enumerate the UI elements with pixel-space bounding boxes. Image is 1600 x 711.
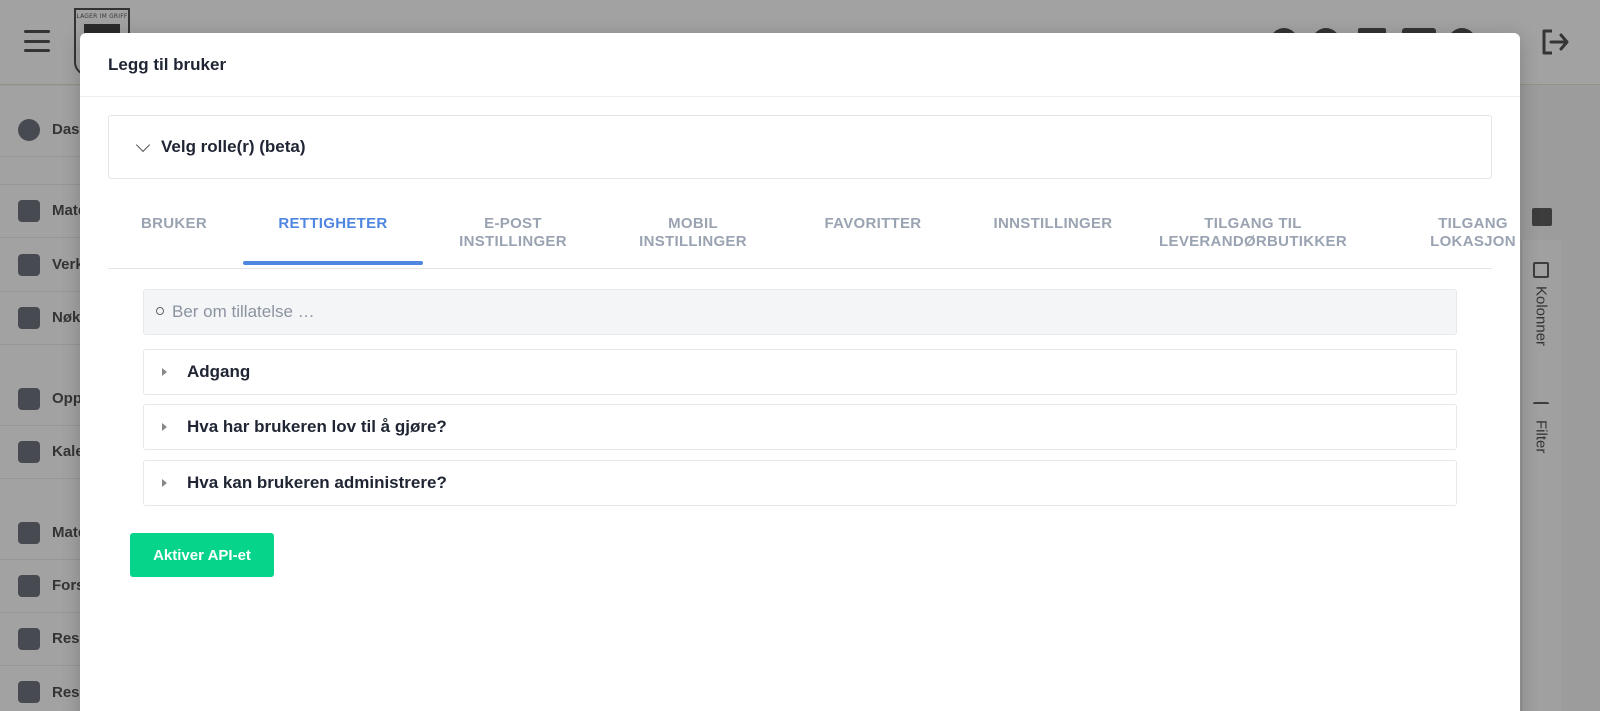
modal-divider (80, 96, 1520, 97)
section-administer[interactable]: Hva kan brukeren administrere? (143, 460, 1457, 506)
activate-api-button[interactable]: Aktiver API-et (130, 533, 274, 577)
tab-tilgang-leverandorbutikker[interactable]: TILGANG TIL LEVERANDØRBUTIKKER (1143, 215, 1363, 251)
section-label: Adgang (187, 362, 251, 381)
section-allowed-actions[interactable]: Hva har brukeren lov til å gjøre? (143, 404, 1457, 450)
tab-innstillinger[interactable]: INNSTILLINGER (963, 215, 1143, 233)
role-select-label: Velg rolle(r) (beta) (161, 137, 306, 156)
section-label: Hva kan brukeren administrere? (187, 473, 447, 492)
permission-search-input[interactable] (172, 290, 1442, 334)
modal-title: Legg til bruker (108, 55, 227, 74)
section-label: Hva har brukeren lov til å gjøre? (187, 417, 447, 436)
tab-label: RETTIGHETER (278, 215, 388, 232)
tab-epost-instillinger[interactable]: E-POST INSTILLINGER (423, 215, 603, 251)
tab-bar: BRUKER RETTIGHETER E-POST INSTILLINGER M… (108, 203, 1516, 269)
chevron-down-icon (135, 137, 151, 153)
tab-tilgang-lokasjon[interactable]: TILGANG LOKASJON (1403, 215, 1520, 251)
add-user-modal: Legg til bruker Velg rolle(r) (beta) BRU… (80, 33, 1520, 711)
tab-label: TILGANG TIL (1204, 215, 1302, 232)
tab-label: FAVORITTER (824, 215, 922, 232)
permission-search (143, 289, 1457, 335)
caret-right-icon (162, 479, 167, 487)
active-tab-indicator (243, 261, 423, 265)
tab-favoritter[interactable]: FAVORITTER (783, 215, 963, 233)
tab-bruker[interactable]: BRUKER (108, 215, 240, 233)
section-adgang[interactable]: Adgang (143, 349, 1457, 395)
caret-right-icon (162, 368, 167, 376)
tab-label: MOBIL (668, 215, 718, 232)
tab-label-line2: LEVERANDØRBUTIKKER (1159, 233, 1347, 250)
tab-label-line2: LOKASJON (1430, 233, 1516, 250)
search-icon (156, 307, 164, 315)
tab-label: TILGANG (1438, 215, 1508, 232)
role-select-accordion[interactable]: Velg rolle(r) (beta) (108, 115, 1492, 179)
tab-rettigheter[interactable]: RETTIGHETER (243, 215, 423, 233)
tab-label-line2: INSTILLINGER (459, 233, 567, 250)
tab-label: INNSTILLINGER (993, 215, 1113, 232)
tab-label: BRUKER (141, 215, 207, 232)
tab-label: E-POST (484, 215, 542, 232)
tab-mobil-instillinger[interactable]: MOBIL INSTILLINGER (603, 215, 783, 251)
caret-right-icon (162, 423, 167, 431)
tab-label-line2: INSTILLINGER (639, 233, 747, 250)
